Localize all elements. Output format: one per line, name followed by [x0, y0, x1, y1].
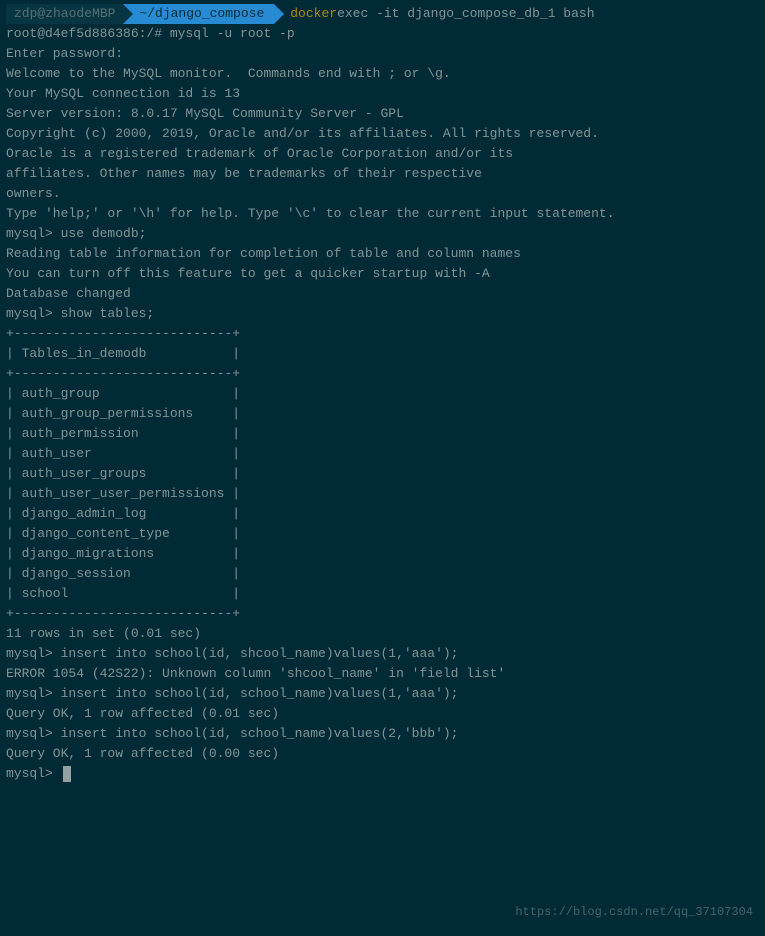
terminal-output: Query OK, 1 row affected (0.01 sec): [6, 704, 759, 724]
mysql-prompt-text: mysql>: [6, 766, 61, 781]
mysql-prompt[interactable]: mysql>: [6, 764, 759, 784]
terminal-output: owners.: [6, 184, 759, 204]
terminal-output: Query OK, 1 row affected (0.00 sec): [6, 744, 759, 764]
prompt-path: ~/django_compose: [123, 4, 274, 24]
table-row: | django_content_type |: [6, 524, 759, 544]
table-row: | auth_user_user_permissions |: [6, 484, 759, 504]
terminal-output: Copyright (c) 2000, 2019, Oracle and/or …: [6, 124, 759, 144]
mysql-command: mysql> show tables;: [6, 304, 759, 324]
table-row: | auth_permission |: [6, 424, 759, 444]
watermark-text: https://blog.csdn.net/qq_37107304: [515, 902, 753, 922]
mysql-command: mysql> use demodb;: [6, 224, 759, 244]
table-row: | auth_group_permissions |: [6, 404, 759, 424]
terminal-output: You can turn off this feature to get a q…: [6, 264, 759, 284]
cursor-icon: [63, 766, 71, 782]
terminal-output: affiliates. Other names may be trademark…: [6, 164, 759, 184]
table-row: | django_admin_log |: [6, 504, 759, 524]
table-row: | school |: [6, 584, 759, 604]
table-border: +----------------------------+: [6, 604, 759, 624]
command-args: exec -it django_compose_db_1 bash: [337, 4, 594, 24]
command-docker: docker: [290, 4, 337, 24]
terminal-output: Reading table information for completion…: [6, 244, 759, 264]
prompt-user-host: zdp@zhaodeMBP: [6, 4, 123, 24]
table-row: | auth_user |: [6, 444, 759, 464]
terminal-output: Enter password:: [6, 44, 759, 64]
table-border: +----------------------------+: [6, 364, 759, 384]
table-border: +----------------------------+: [6, 324, 759, 344]
terminal-output: Your MySQL connection id is 13: [6, 84, 759, 104]
table-row: | auth_user_groups |: [6, 464, 759, 484]
terminal-output: root@d4ef5d886386:/# mysql -u root -p: [6, 24, 759, 44]
table-row: | django_migrations |: [6, 544, 759, 564]
mysql-command: mysql> insert into school(id, school_nam…: [6, 724, 759, 744]
table-header: | Tables_in_demodb |: [6, 344, 759, 364]
table-row: | django_session |: [6, 564, 759, 584]
terminal-output: Server version: 8.0.17 MySQL Community S…: [6, 104, 759, 124]
mysql-command: mysql> insert into school(id, shcool_nam…: [6, 644, 759, 664]
shell-prompt-line[interactable]: zdp@zhaodeMBP ~/django_compose docker ex…: [6, 4, 759, 24]
terminal-output: Database changed: [6, 284, 759, 304]
terminal-output: 11 rows in set (0.01 sec): [6, 624, 759, 644]
mysql-command: mysql> insert into school(id, school_nam…: [6, 684, 759, 704]
terminal-output: Oracle is a registered trademark of Orac…: [6, 144, 759, 164]
terminal-output: Type 'help;' or '\h' for help. Type '\c'…: [6, 204, 759, 224]
mysql-error: ERROR 1054 (42S22): Unknown column 'shco…: [6, 664, 759, 684]
terminal-output: Welcome to the MySQL monitor. Commands e…: [6, 64, 759, 84]
table-row: | auth_group |: [6, 384, 759, 404]
